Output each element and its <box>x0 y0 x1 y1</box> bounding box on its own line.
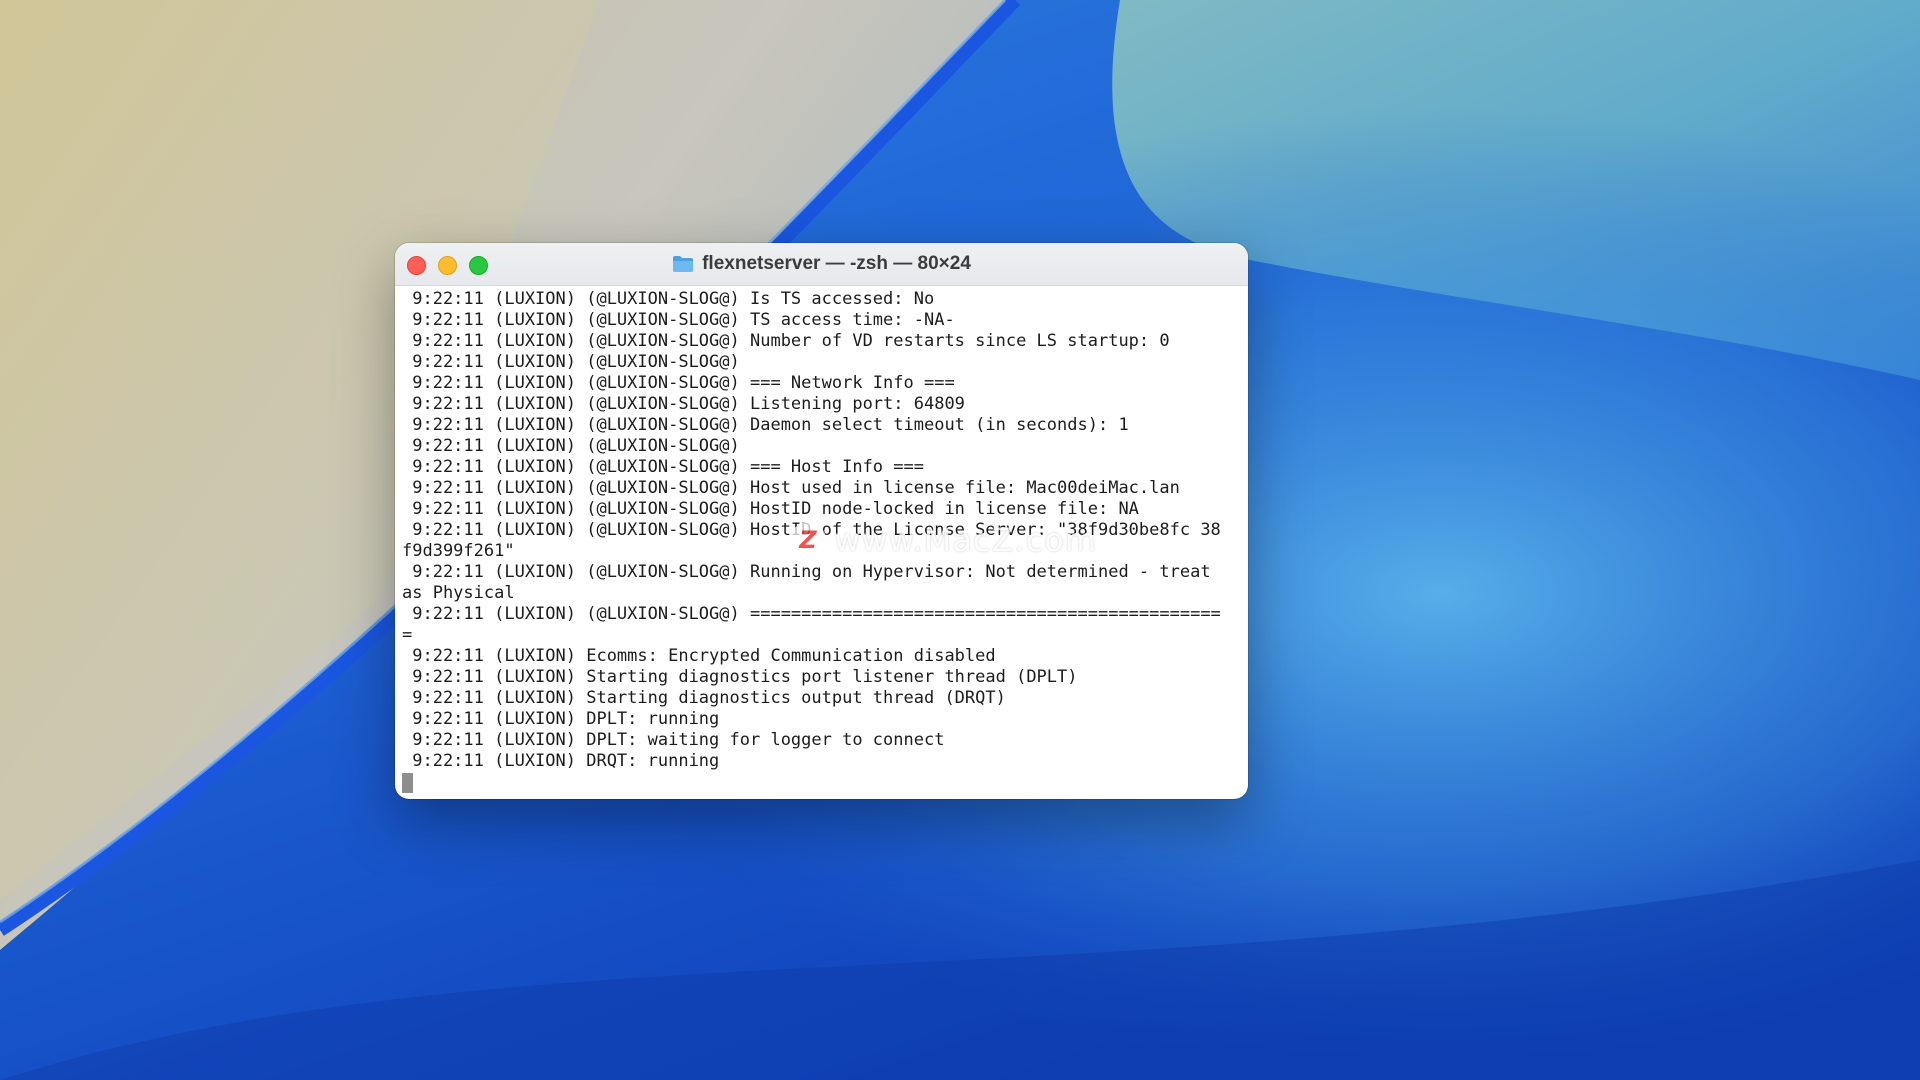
watermark-text: www.MacZ.com <box>834 521 1097 559</box>
terminal-line: 9:22:11 (LUXION) (@LUXION-SLOG@) === Net… <box>402 373 955 393</box>
watermark: Z www.MacZ.com <box>790 518 1097 562</box>
terminal-line: 9:22:11 (LUXION) Starting diagnostics po… <box>402 667 1078 687</box>
terminal-line: 9:22:11 (LUXION) (@LUXION-SLOG@) Running… <box>402 562 1211 582</box>
terminal-line: 9:22:11 (LUXION) (@LUXION-SLOG@) TS acce… <box>402 310 955 330</box>
terminal-line: 9:22:11 (LUXION) (@LUXION-SLOG@) HostID … <box>402 499 1139 519</box>
title-bar[interactable]: flexnetserver — -zsh — 80×24 <box>395 243 1248 286</box>
terminal-line: = <box>402 625 413 645</box>
terminal-line: 9:22:11 (LUXION) (@LUXION-SLOG@) <box>402 436 740 456</box>
terminal-line: 9:22:11 (LUXION) Ecomms: Encrypted Commu… <box>402 646 996 666</box>
text-cursor <box>402 773 413 793</box>
terminal-line: 9:22:11 (LUXION) (@LUXION-SLOG@) =======… <box>402 604 1221 624</box>
terminal-line: 9:22:11 (LUXION) (@LUXION-SLOG@) Daemon … <box>402 415 1129 435</box>
terminal-line: 9:22:11 (LUXION) (@LUXION-SLOG@) Listeni… <box>402 394 965 414</box>
terminal-line: 9:22:11 (LUXION) (@LUXION-SLOG@) Host us… <box>402 478 1180 498</box>
folder-icon <box>673 256 694 272</box>
terminal-line: 9:22:11 (LUXION) (@LUXION-SLOG@) Number … <box>402 331 1170 351</box>
terminal-line: 9:22:11 (LUXION) DRQT: running <box>402 751 720 771</box>
terminal-line: 9:22:11 (LUXION) DPLT: waiting for logge… <box>402 730 945 750</box>
terminal-line: 9:22:11 (LUXION) Starting diagnostics ou… <box>402 688 1006 708</box>
terminal-line: 9:22:11 (LUXION) (@LUXION-SLOG@) Is TS a… <box>402 289 935 309</box>
watermark-logo: Z <box>790 522 826 558</box>
terminal-line: 9:22:11 (LUXION) (@LUXION-SLOG@) === Hos… <box>402 457 924 477</box>
terminal-line: 9:22:11 (LUXION) DPLT: running <box>402 709 720 729</box>
window-title: flexnetserver — -zsh — 80×24 <box>395 243 1248 285</box>
window-title-text: flexnetserver — -zsh — 80×24 <box>702 253 971 274</box>
terminal-line: as Physical <box>402 583 515 603</box>
terminal-line: 9:22:11 (LUXION) (@LUXION-SLOG@) <box>402 352 740 372</box>
